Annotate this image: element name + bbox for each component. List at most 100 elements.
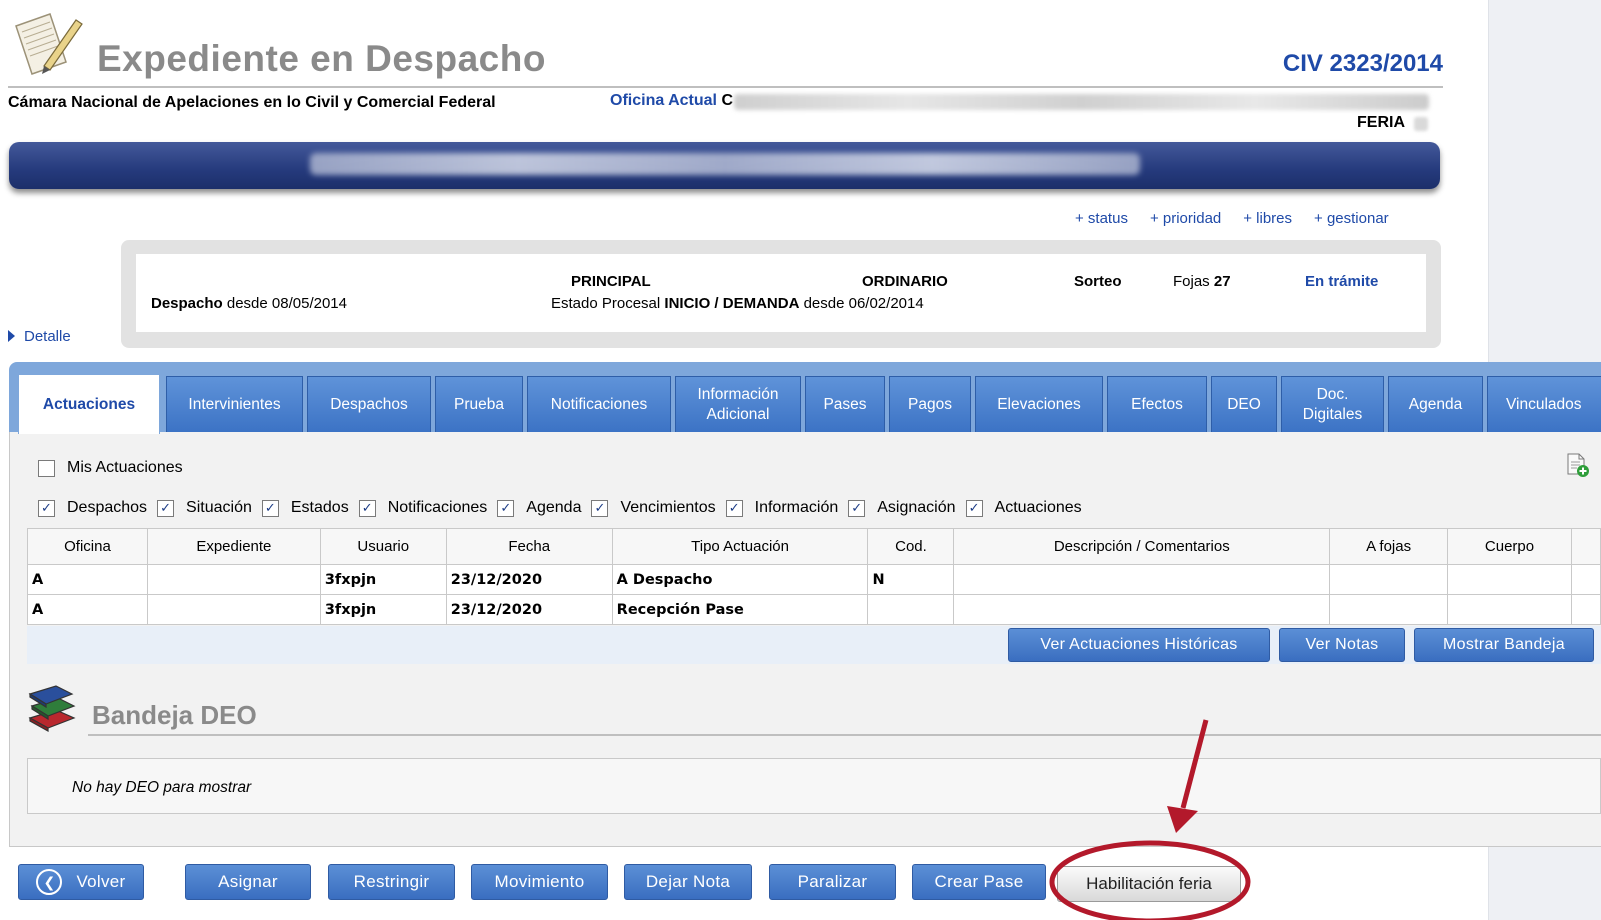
filter-situacion-checkbox[interactable]: ✓ Situación bbox=[157, 499, 252, 517]
mis-actuaciones-checkbox[interactable]: Mis Actuaciones bbox=[38, 459, 183, 477]
table-row[interactable]: A 3fxpjn 23/12/2020 Recepción Pase bbox=[27, 594, 1601, 625]
filter-agenda-checkbox[interactable]: ✓ Agenda bbox=[497, 499, 581, 517]
despacho-label: Despacho bbox=[151, 295, 223, 312]
cell-a-fojas bbox=[1329, 564, 1449, 595]
cell-expediente bbox=[146, 564, 321, 595]
action-links: + status + prioridad + libres + gestionar bbox=[1075, 210, 1411, 227]
despacho-date: desde 08/05/2014 bbox=[226, 295, 347, 312]
volver-button[interactable]: ❮ Volver bbox=[18, 864, 144, 900]
fojas-info: Fojas 27 bbox=[1173, 273, 1231, 290]
tab-vinculados[interactable]: Vinculados bbox=[1487, 376, 1601, 432]
cell-extra bbox=[1570, 594, 1601, 625]
cell-fecha: 23/12/2020 bbox=[445, 564, 613, 595]
col-fecha[interactable]: Fecha bbox=[445, 528, 613, 565]
checkbox-label: Información bbox=[754, 499, 839, 516]
document-pencil-icon bbox=[15, 13, 83, 75]
books-stack-icon bbox=[28, 685, 76, 732]
table-row[interactable]: A 3fxpjn 23/12/2020 A Despacho N bbox=[27, 564, 1601, 595]
habilitacion-feria-button[interactable]: Habilitación feria bbox=[1057, 866, 1241, 902]
status-link[interactable]: + status bbox=[1075, 210, 1128, 227]
checkbox-label: Despachos bbox=[67, 499, 148, 516]
filter-actuaciones-checkbox[interactable]: ✓ Actuaciones bbox=[965, 499, 1082, 517]
col-expediente[interactable]: Expediente bbox=[146, 528, 321, 565]
checkbox-label: Notificaciones bbox=[387, 499, 488, 516]
libres-link[interactable]: + libres bbox=[1243, 210, 1292, 227]
cell-oficina: A bbox=[27, 594, 148, 625]
cell-cuerpo bbox=[1447, 564, 1572, 595]
col-a-fojas[interactable]: A fojas bbox=[1329, 528, 1449, 565]
volver-label: Volver bbox=[76, 872, 126, 891]
tab-agenda[interactable]: Agenda bbox=[1388, 376, 1483, 432]
cell-a-fojas bbox=[1329, 594, 1449, 625]
tab-pases[interactable]: Pases bbox=[805, 376, 885, 432]
ver-actuaciones-historicas-button[interactable]: Ver Actuaciones Históricas bbox=[1008, 628, 1270, 662]
gestionar-link[interactable]: + gestionar bbox=[1314, 210, 1389, 227]
tab-actuaciones[interactable]: Actuaciones bbox=[18, 374, 160, 434]
expand-arrow-icon bbox=[8, 330, 15, 342]
crear-pase-button[interactable]: Crear Pase bbox=[912, 864, 1046, 900]
asignar-button[interactable]: Asignar bbox=[185, 864, 311, 900]
cell-oficina: A bbox=[27, 564, 148, 595]
bandeja-divider bbox=[88, 734, 1601, 736]
cell-cod: N bbox=[867, 564, 955, 595]
checkbox-unchecked-icon bbox=[38, 459, 55, 477]
mostrar-bandeja-button[interactable]: Mostrar Bandeja bbox=[1414, 628, 1594, 662]
cell-usuario: 3fxpjn bbox=[319, 564, 447, 595]
principal-label: PRINCIPAL bbox=[571, 273, 651, 290]
col-tipo-actuacion[interactable]: Tipo Actuación bbox=[611, 528, 869, 565]
ordinario-label: ORDINARIO bbox=[862, 273, 948, 290]
status-text: En trámite bbox=[1305, 273, 1379, 290]
movimiento-button[interactable]: Movimiento bbox=[471, 864, 608, 900]
col-cod[interactable]: Cod. bbox=[867, 528, 955, 565]
dejar-nota-button[interactable]: Dejar Nota bbox=[624, 864, 752, 900]
tab-prueba[interactable]: Prueba bbox=[435, 376, 523, 432]
tab-notificaciones[interactable]: Notificaciones bbox=[527, 376, 671, 432]
checkbox-checked-icon: ✓ bbox=[157, 499, 175, 517]
cell-cuerpo bbox=[1447, 594, 1572, 625]
fojas-value: 27 bbox=[1213, 273, 1231, 290]
tab-deo[interactable]: DEO bbox=[1211, 376, 1277, 432]
tab-doc-digitales[interactable]: Doc. Digitales bbox=[1281, 376, 1384, 432]
cell-usuario: 3fxpjn bbox=[319, 594, 447, 625]
summary-card bbox=[136, 254, 1426, 332]
sorteo-label: Sorteo bbox=[1074, 273, 1122, 290]
tab-intervinientes[interactable]: Intervinientes bbox=[166, 376, 303, 432]
header-divider bbox=[8, 86, 1443, 88]
col-descripcion[interactable]: Descripción / Comentarios bbox=[953, 528, 1331, 565]
cell-expediente bbox=[146, 594, 321, 625]
restringir-button[interactable]: Restringir bbox=[328, 864, 455, 900]
despacho-info: Despacho desde 08/05/2014 bbox=[151, 295, 347, 312]
filter-notificaciones-checkbox[interactable]: ✓ Notificaciones bbox=[358, 499, 488, 517]
tab-efectos[interactable]: Efectos bbox=[1107, 376, 1207, 432]
checkbox-label: Situación bbox=[186, 499, 252, 516]
filter-estados-checkbox[interactable]: ✓ Estados bbox=[261, 499, 349, 517]
tab-informacion-adicional[interactable]: Información Adicional bbox=[675, 376, 801, 432]
prioridad-link[interactable]: + prioridad bbox=[1150, 210, 1221, 227]
bandeja-deo-title: Bandeja DEO bbox=[92, 700, 257, 730]
filter-despachos-checkbox[interactable]: ✓ Despachos bbox=[38, 499, 147, 517]
add-document-icon[interactable] bbox=[1564, 452, 1590, 478]
filter-vencimientos-checkbox[interactable]: ✓ Vencimientos bbox=[591, 499, 716, 517]
deo-list bbox=[27, 758, 1601, 814]
estado-procesal-value: INICIO / DEMANDA bbox=[664, 295, 800, 312]
checkbox-checked-icon: ✓ bbox=[497, 499, 515, 517]
oficina-actual-text: Oficina Actual bbox=[610, 92, 717, 109]
col-usuario[interactable]: Usuario bbox=[319, 528, 447, 565]
checkbox-label: Actuaciones bbox=[994, 499, 1082, 516]
detalle-toggle[interactable]: Detalle bbox=[8, 328, 71, 345]
ver-notas-button[interactable]: Ver Notas bbox=[1279, 628, 1405, 662]
col-oficina[interactable]: Oficina bbox=[27, 528, 148, 565]
tab-pagos[interactable]: Pagos bbox=[889, 376, 971, 432]
filter-informacion-checkbox[interactable]: ✓ Información bbox=[725, 499, 839, 517]
paralizar-button[interactable]: Paralizar bbox=[769, 864, 896, 900]
cell-fecha: 23/12/2020 bbox=[445, 594, 613, 625]
deo-empty-message: No hay DEO para mostrar bbox=[72, 779, 252, 796]
caratula-redacted bbox=[310, 153, 1140, 175]
filter-asignacion-checkbox[interactable]: ✓ Asignación bbox=[848, 499, 956, 517]
tab-elevaciones[interactable]: Elevaciones bbox=[975, 376, 1103, 432]
checkbox-checked-icon: ✓ bbox=[591, 499, 609, 517]
col-cuerpo[interactable]: Cuerpo bbox=[1447, 528, 1572, 565]
oficina-actual-label: Oficina Actual C bbox=[610, 92, 733, 110]
checkbox-checked-icon: ✓ bbox=[358, 499, 376, 517]
tab-despachos[interactable]: Despachos bbox=[307, 376, 431, 432]
